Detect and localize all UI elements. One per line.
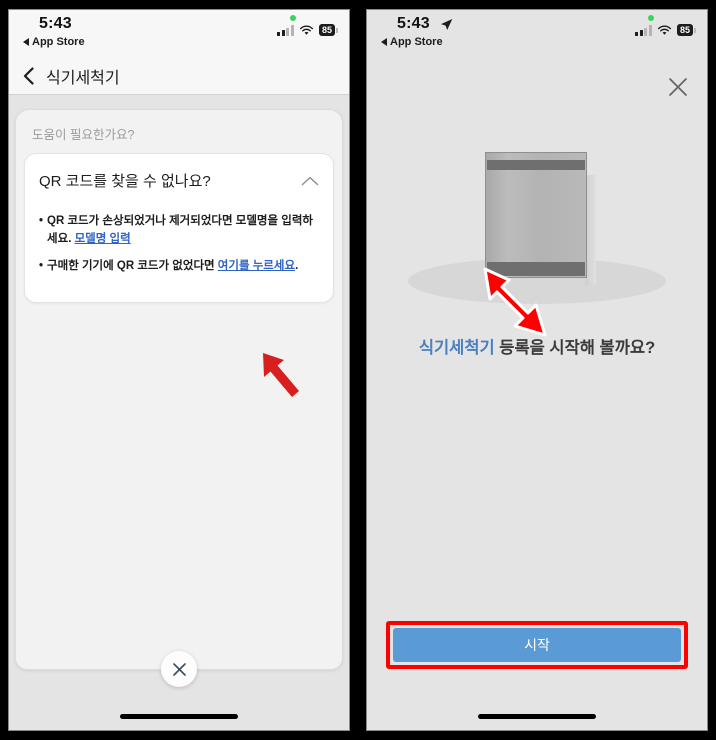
close-x-icon[interactable] [665, 74, 691, 100]
return-to-app-store-link[interactable]: App Store [23, 36, 85, 48]
right-status-bar: 5:43 App Store 85 [367, 10, 707, 58]
sheet-header-label: 도움이 필요한가요? [32, 128, 135, 142]
headline-rest: 등록을 시작해 볼까요? [494, 339, 656, 357]
sheet-close-button[interactable] [161, 651, 197, 687]
battery-icon: 85 [318, 24, 339, 36]
start-button-container: 시작 [386, 621, 688, 669]
qr-help-card[interactable]: QR 코드를 찾을 수 없나요? • QR 코드가 손상되었거나 제거되었다면 … [24, 153, 334, 304]
dishwasher-front-panel [485, 152, 587, 278]
dishwasher-control-panel [487, 160, 585, 170]
bullet-text: QR 코드가 손상되었거나 제거되었다면 모델명을 입력하세요. 모델명 입력 [47, 213, 319, 249]
dishwasher-kickplate [487, 262, 585, 276]
right-home-indicator-area [367, 700, 707, 730]
bullet-text-before: 구매한 기기에 QR 코드가 없었다면 [47, 259, 218, 272]
location-arrow-icon [441, 19, 453, 30]
home-indicator[interactable] [120, 714, 238, 719]
recording-dot-icon [648, 15, 654, 21]
app-store-label: App Store [390, 36, 443, 48]
chevron-up-icon[interactable] [301, 176, 319, 186]
qr-card-header[interactable]: QR 코드를 찾을 수 없나요? [39, 170, 319, 191]
left-phone-screen: 5:43 App Store 85 식기세척기 도움이 필요한가요? QR 코드… [8, 9, 350, 731]
right-phone-screen: 5:43 App Store 85 식기세척기 등록을 시작해 볼까요? 시작 [366, 9, 708, 731]
start-button[interactable]: 시작 [393, 628, 681, 662]
wifi-icon [299, 25, 314, 35]
status-time: 5:43 [39, 15, 72, 32]
wifi-icon [657, 25, 672, 35]
list-item: • 구매한 기기에 QR 코드가 없었다면 여기를 누르세요. [39, 258, 319, 276]
page-title: 식기세척기 [46, 70, 120, 87]
battery-icon: 85 [676, 24, 697, 36]
model-name-input-link[interactable]: 모델명 입력 [75, 233, 131, 245]
dishwasher-illustration [367, 130, 707, 320]
press-here-link[interactable]: 여기를 누르세요 [218, 260, 295, 272]
dishwasher-body [485, 152, 596, 287]
cellular-signal-icon [277, 24, 294, 36]
list-item: • QR 코드가 손상되었거나 제거되었다면 모델명을 입력하세요. 모델명 입… [39, 213, 319, 249]
bullet-marker: • [39, 259, 44, 272]
help-sheet: 도움이 필요한가요? QR 코드를 찾을 수 없나요? • QR 코드가 손상되… [15, 109, 343, 687]
left-status-bar: 5:43 App Store 85 [9, 10, 349, 58]
close-x-icon [172, 662, 186, 676]
headline-device-name: 식기세척기 [418, 339, 495, 357]
status-icons-group: 85 [277, 24, 339, 36]
chevron-left-icon[interactable] [23, 67, 34, 85]
bullet-text: 구매한 기기에 QR 코드가 없었다면 여기를 누르세요. [47, 258, 298, 276]
status-time: 5:43 [397, 15, 430, 32]
back-triangle-icon [23, 38, 29, 46]
home-indicator[interactable] [478, 714, 596, 719]
left-home-indicator-area [9, 700, 349, 730]
back-triangle-icon [381, 38, 387, 46]
recording-dot-icon [290, 15, 296, 21]
app-store-label: App Store [32, 36, 85, 48]
bullet-marker: • [39, 215, 44, 227]
return-to-app-store-link[interactable]: App Store [381, 36, 443, 48]
dual-screenshot-container: 5:43 App Store 85 식기세척기 도움이 필요한가요? QR 코드… [0, 0, 716, 740]
registration-headline: 식기세척기 등록을 시작해 볼까요? [395, 336, 679, 361]
status-icons-group: 85 [635, 24, 697, 36]
left-navigation-bar: 식기세척기 [9, 58, 349, 95]
bullet-text-after: . [295, 259, 299, 272]
qr-card-title: QR 코드를 찾을 수 없나요? [39, 173, 211, 190]
cellular-signal-icon [635, 24, 652, 36]
left-content-area: 도움이 필요한가요? QR 코드를 찾을 수 없나요? • QR 코드가 손상되… [9, 95, 349, 730]
right-content-area: 식기세척기 등록을 시작해 볼까요? 시작 [367, 58, 707, 730]
qr-help-bullet-list: • QR 코드가 손상되었거나 제거되었다면 모델명을 입력하세요. 모델명 입… [39, 213, 319, 275]
